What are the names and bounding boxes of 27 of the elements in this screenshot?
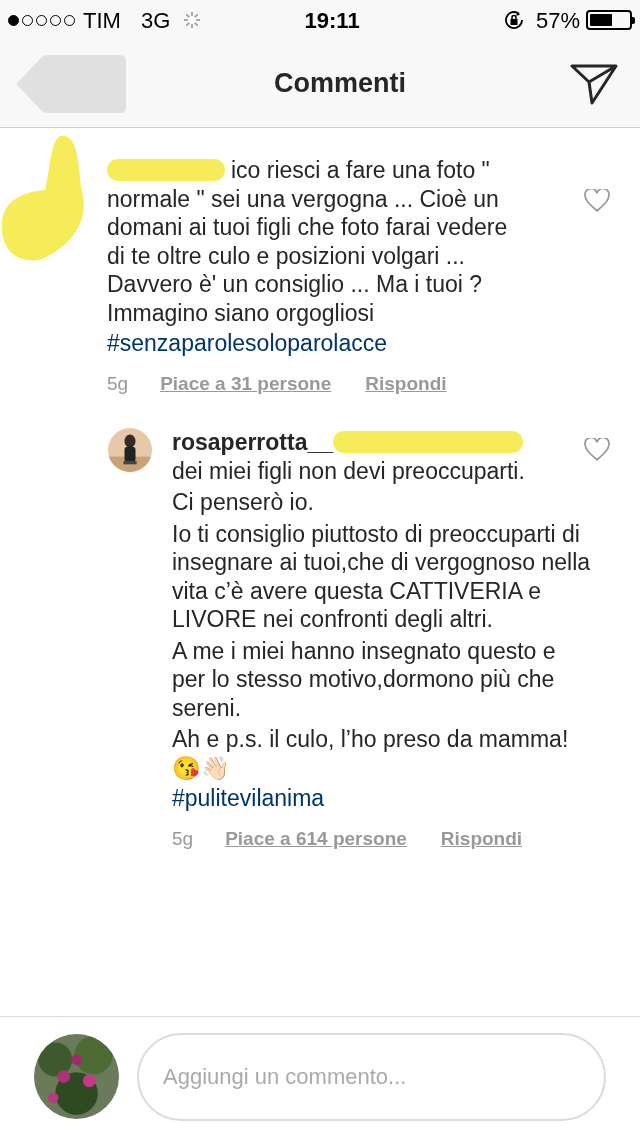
- send-icon[interactable]: [570, 62, 618, 105]
- comment-time: 5g: [172, 826, 194, 851]
- comment-text: Io ti consiglio piuttosto di preoccuparti di insegnare ai tuoi,che di vergognoso nella vita c’è avere questa CATTIVERIA e LIVORE nei confronti degli altri.: [172, 519, 592, 634]
- comment-input[interactable]: Aggiungi un commento...: [137, 1032, 606, 1121]
- comment-text: Ah e p.s. il culo, l’ho preso da mamma!😘👋🏻: [172, 725, 570, 782]
- battery-icon: [586, 10, 632, 30]
- likes-link[interactable]: Piace a 31 persone: [160, 369, 332, 398]
- comment-text: normale " sei una vergogna ... Cioè un domani ai tuoi figli che foto farai vedere di te oltre culo e posizioni volgari ... Davvero è' un consiglio ... Ma i tuoi ? Immagino siano orgogliosi: [107, 184, 509, 327]
- heart-icon[interactable]: [584, 438, 610, 462]
- comment-time: 5g: [107, 371, 129, 396]
- hashtag-link[interactable]: #senzaparolesoloparolacce: [107, 329, 388, 358]
- carrier: TIM: [83, 6, 121, 35]
- comment-text: dei miei figli non devi preoccuparti.: [172, 456, 526, 485]
- comment-text: A me i miei hanno insegnato questo e per lo stesso motivo,dormono più che sereni.: [172, 636, 557, 722]
- heart-icon[interactable]: [584, 189, 610, 213]
- reply-link[interactable]: Rispondi: [365, 369, 447, 398]
- clock: 19:11: [304, 6, 360, 35]
- page-title: Commenti: [274, 67, 406, 101]
- comment-text: ico riesci a fare una foto ": [231, 156, 490, 185]
- reply-link[interactable]: Rispondi: [440, 824, 523, 853]
- username[interactable]: rosaperrotta__: [172, 428, 334, 457]
- network-type: 3G: [140, 6, 171, 35]
- battery-percentage: 57%: [535, 6, 580, 35]
- activity-icon: [182, 10, 203, 30]
- likes-link[interactable]: Piace a 614 persone: [225, 824, 407, 853]
- comment-text: Ci penserò io.: [172, 488, 315, 517]
- hashtag-link[interactable]: #pulitevilanima: [172, 784, 325, 813]
